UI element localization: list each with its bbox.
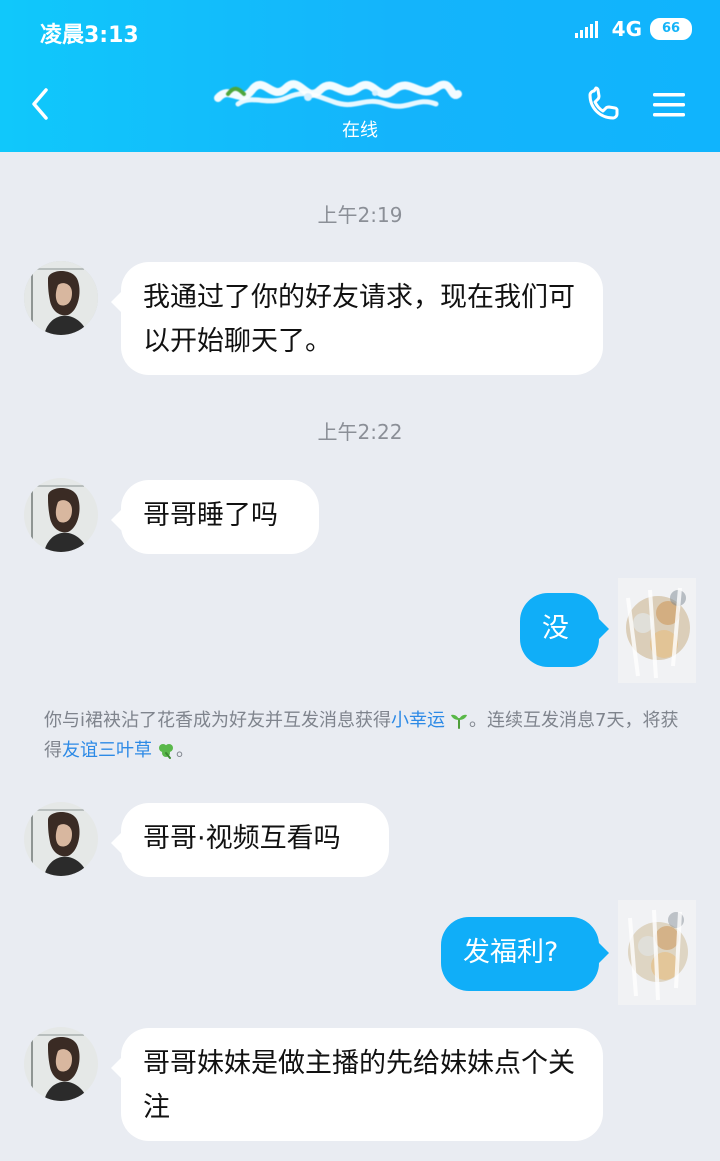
phone-button[interactable] <box>584 86 622 124</box>
network-type: 4G <box>611 17 642 41</box>
clover-icon <box>159 744 173 759</box>
outgoing-message: 发福利? <box>441 917 609 991</box>
friendship-clover-link[interactable]: 友谊三叶草 <box>62 740 152 761</box>
back-button[interactable] <box>24 84 60 124</box>
outgoing-message: 没 <box>520 593 609 667</box>
contact-avatar[interactable] <box>24 261 98 335</box>
system-notice-text: 你与i裙袂沾了花香成为好友并互发消息获得 <box>44 710 391 731</box>
system-notice-text: 。 <box>176 740 194 761</box>
timestamp-2: 上午2:22 <box>317 420 403 444</box>
self-avatar-redacted[interactable] <box>618 900 696 1005</box>
contact-avatar[interactable] <box>24 1027 98 1101</box>
signal-icon <box>574 21 598 38</box>
menu-button[interactable] <box>650 88 688 122</box>
incoming-message: 我通过了你的好友请求，现在我们可以开始聊天了。 <box>111 262 603 375</box>
self-avatar-redacted[interactable] <box>618 578 696 683</box>
contact-status: 在线 <box>342 120 378 141</box>
chat-header: 凌晨3:13 4G 66 在线 <box>0 0 720 152</box>
system-notice: 你与i裙袂沾了花香成为好友并互发消息获得小幸运 。连续互发消息7天，将获得友谊三叶… <box>44 706 684 766</box>
status-right: 4G 66 <box>574 17 692 41</box>
timestamp-1: 上午2:19 <box>317 203 403 227</box>
incoming-message: 哥哥·视频互看吗 <box>111 803 389 877</box>
incoming-message: 哥哥睡了吗 <box>111 480 319 554</box>
contact-avatar[interactable] <box>24 802 98 876</box>
battery-indicator: 66 <box>650 18 692 40</box>
small-luck-link[interactable]: 小幸运 <box>391 710 445 731</box>
contact-avatar[interactable] <box>24 478 98 552</box>
incoming-message: 哥哥妹妹是做主播的先给妹妹点个关注 <box>111 1028 603 1141</box>
sprout-icon <box>451 714 467 729</box>
status-time: 凌晨3:13 <box>40 23 139 48</box>
contact-name-redacted <box>214 80 462 109</box>
